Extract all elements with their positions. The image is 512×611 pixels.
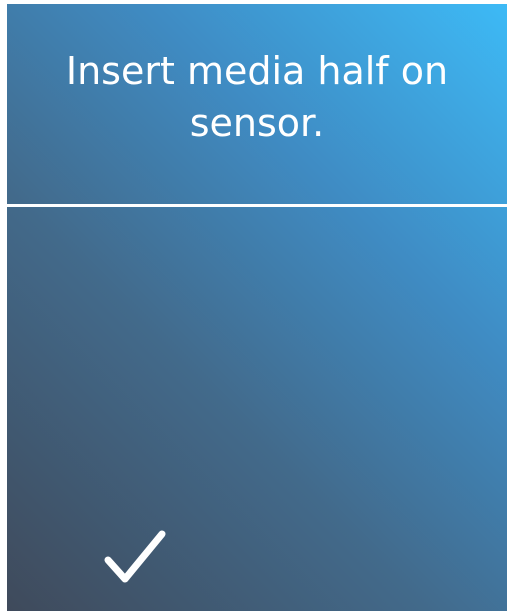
confirm-button[interactable]: [95, 522, 175, 592]
prompt-header: Insert media half on sensor.: [7, 4, 507, 204]
prompt-body: [7, 207, 507, 611]
instruction-text: Insert media half on sensor.: [65, 49, 449, 145]
checkmark-icon: [104, 530, 166, 583]
printer-prompt-screen: Insert media half on sensor.: [7, 4, 507, 611]
